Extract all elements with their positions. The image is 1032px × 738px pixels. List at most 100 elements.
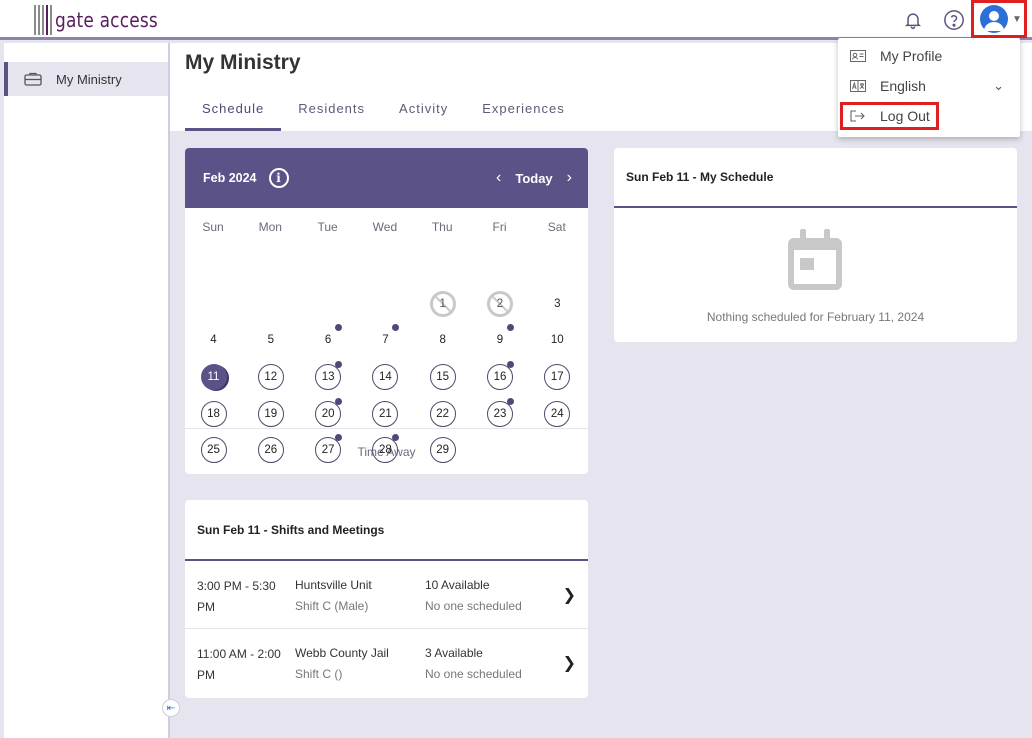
calendar-day-18[interactable]: 18 (200, 401, 227, 427)
calendar-day-number: 4 (210, 334, 217, 346)
language-icon (850, 80, 866, 92)
calendar-day-number: 15 (436, 371, 450, 383)
calendar-day-number: 9 (496, 334, 504, 346)
calendar-day-3[interactable]: 3 (544, 291, 570, 317)
calendar-month-label: Feb 2024 (203, 171, 257, 185)
event-dot (392, 324, 400, 331)
calendar-day-15[interactable]: 15 (429, 364, 456, 390)
calendar-day-number: 25 (207, 444, 220, 456)
menu-item-my-profile[interactable]: My Profile (838, 42, 1020, 70)
calendar-day-number: 13 (321, 371, 335, 383)
calendar-day-number: 16 (493, 371, 507, 383)
calendar-day-number: 19 (264, 408, 278, 420)
shift-availability: 10 Available No one scheduled (425, 575, 522, 617)
calendar-day-8[interactable]: 8 (430, 327, 456, 353)
user-menu-button[interactable]: ▼ (971, 0, 1027, 38)
gate-access-logo[interactable]: gate access (34, 4, 176, 36)
calendar-day-10[interactable]: 10 (544, 327, 570, 353)
shift-row[interactable]: 11:00 AM - 2:00 PM Webb County Jail Shif… (185, 629, 588, 697)
shift-availability: 3 Available No one scheduled (425, 643, 522, 685)
my-schedule-card: Sun Feb 11 - My Schedule Nothing schedul… (614, 148, 1017, 342)
weekday-label-sat: Sat (547, 220, 566, 234)
log-out-highlight (840, 102, 939, 130)
calendar-day-21[interactable]: 21 (372, 401, 399, 427)
sidebar-item-my-ministry[interactable]: My Ministry (4, 62, 168, 96)
chevron-right-icon[interactable]: ❯ (563, 653, 576, 673)
tab-activity[interactable]: Activity (382, 93, 465, 131)
calendar-day-1[interactable]: 1 (429, 291, 456, 317)
event-dot (507, 361, 514, 368)
help-icon[interactable] (942, 8, 966, 32)
calendar-day-11[interactable]: 11 (200, 364, 227, 390)
menu-item-label: My Profile (880, 48, 943, 64)
shift-available-count: 3 Available (425, 646, 483, 660)
calendar-day-number: 3 (554, 298, 561, 310)
empty-schedule-text: Nothing scheduled for February 11, 2024 (706, 310, 925, 324)
logo-bars (34, 5, 52, 35)
sidebar-item-label: My Ministry (56, 71, 122, 87)
calendar-day-12[interactable]: 12 (257, 364, 284, 390)
page-title: My Ministry (185, 51, 301, 74)
shift-location-name: Huntsville Unit (295, 578, 372, 592)
calendar-nav: ‹ Today › (496, 148, 572, 208)
shift-scheduled-status: No one scheduled (425, 599, 522, 613)
tab-experiences[interactable]: Experiences (465, 93, 582, 131)
calendar-day-number: 24 (550, 408, 564, 420)
logo-text: gate access (55, 8, 158, 32)
calendar-day-number: 2 (496, 298, 504, 310)
tab-schedule[interactable]: Schedule (185, 93, 282, 131)
calendar-day-number: 10 (550, 334, 564, 346)
weekday-label-sun: Sun (202, 220, 224, 234)
calendar-day-number: 7 (382, 334, 389, 346)
calendar-day-number: 26 (264, 444, 278, 456)
calendar-day-4[interactable]: 4 (201, 327, 227, 353)
weekday-label-fri: Fri (492, 220, 507, 234)
user-dropdown-menu: My Profile English ⌄ Log Out (838, 38, 1020, 137)
bell-icon[interactable] (901, 8, 925, 32)
chevron-right-icon[interactable]: › (567, 169, 572, 187)
calendar-day-17[interactable]: 17 (544, 364, 571, 390)
tab-residents[interactable]: Residents (281, 93, 382, 131)
chevron-down-icon: ⌄ (993, 78, 1004, 93)
calendar-day-number: 22 (436, 408, 450, 420)
weekday-label-tue: Tue (317, 220, 338, 234)
calendar-day-number: 27 (321, 444, 335, 456)
event-dot (335, 361, 343, 368)
event-dot (507, 398, 514, 405)
shift-row[interactable]: 3:00 PM - 5:30 PM Huntsville Unit Shift … (185, 561, 588, 629)
calendar-day-24[interactable]: 24 (544, 401, 571, 427)
event-dot (335, 324, 343, 331)
shift-label: Shift C (Male) (295, 599, 369, 613)
calendar-day-14[interactable]: 14 (372, 364, 399, 390)
calendar-day-number: 6 (324, 334, 332, 346)
shift-location: Webb County Jail Shift C () (295, 643, 389, 685)
calendar-day-2[interactable]: 2 (487, 291, 513, 317)
event-dot (507, 324, 514, 331)
calendar-day-number: 28 (378, 444, 392, 456)
calendar-day-number: 23 (493, 408, 507, 420)
calendar-day-number: 20 (321, 408, 335, 420)
calendar-day-number: 8 (439, 334, 446, 346)
collapse-sidebar-icon[interactable]: ⇤ (162, 699, 180, 717)
event-dot (335, 398, 343, 405)
chevron-left-icon[interactable]: ‹ (496, 169, 501, 187)
chevron-right-icon[interactable]: ❯ (563, 585, 576, 605)
calendar-card: Feb 2024 i ‹ Today › Sun Mon Tue Wed Thu Fri S… (185, 148, 588, 474)
shift-time: 11:00 AM - 2:00 PM (197, 647, 281, 682)
calendar-day-19[interactable]: 19 (257, 401, 284, 427)
shifts-title: Sun Feb 11 - Shifts and Meetings (185, 500, 588, 561)
menu-item-language[interactable]: English ⌄ (838, 72, 1020, 100)
calendar-day-number: 18 (207, 408, 220, 420)
calendar-grid: Sun Mon Tue Wed Thu Fri Sat 1 2 3 4 5 6 7 8 9 10 11 12 13 14… (185, 208, 588, 463)
calendar-day-5[interactable]: 5 (258, 327, 284, 353)
info-icon[interactable]: i (268, 168, 289, 188)
top-bar: gate access ▼ (0, 0, 1032, 40)
calendar-day-number: 12 (264, 371, 278, 383)
today-button[interactable]: Today (515, 171, 552, 186)
calendar-day-number: 17 (550, 371, 564, 383)
weekday-label-thu: Thu (431, 220, 453, 234)
profile-card-icon (850, 50, 866, 62)
shift-label: Shift C () (295, 667, 343, 681)
calendar-day-22[interactable]: 22 (429, 401, 456, 427)
my-schedule-title: Sun Feb 11 - My Schedule (614, 148, 1017, 208)
